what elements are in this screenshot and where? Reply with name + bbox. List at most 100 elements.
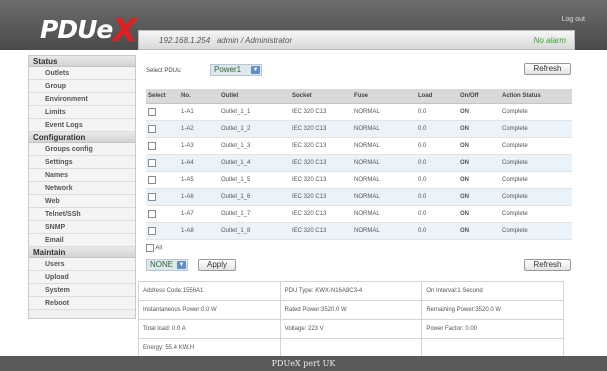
total-load: Total load: 0.0 A [138,319,281,339]
pduex-logo: PDUeX [30,6,137,49]
cell-socket: IEC 320 C13 [290,188,352,206]
sidebar-section-configuration[interactable]: Configuration [29,132,135,143]
power-factor: Power Factor: 0.00 [421,319,564,339]
instantaneous-power: Instantaneous Power:0.0 W [138,300,281,320]
row-checkbox[interactable] [148,226,156,235]
footer: PDUeX pert UK [0,356,607,371]
sidebar-item-names[interactable]: Names [29,169,135,182]
table-row: 1-A7 Outlet_1_7 IEC 320 C13 NORMAL 0.0 O… [146,205,572,223]
cell-outlet: Outlet_1_3 [219,137,290,155]
cell-load: 0.0 [416,171,458,189]
col-action-status: Action Status [500,89,572,104]
cell-load: 0.0 [416,103,458,121]
cell-socket: IEC 320 C13 [290,103,352,121]
table-row: 1-A3 Outlet_1_3 IEC 320 C13 NORMAL 0.0 O… [146,137,572,155]
cell-no: 1-A1 [179,103,219,121]
row-checkbox[interactable] [148,175,156,184]
cell-socket: IEC 320 C13 [290,154,352,172]
row-checkbox[interactable] [148,124,156,133]
cell-fuse: NORMAL [352,188,416,206]
cell-load: 0.0 [416,188,458,206]
sidebar-item-environment[interactable]: Environment [29,93,135,106]
device-info: 192.168.1.254 admin / Administrator [159,36,292,45]
pdu-select-value: Power1 [214,65,242,74]
sidebar-item-web[interactable]: Web [29,195,135,208]
pdu-select[interactable]: Power1 ▼ [210,64,262,76]
row-checkbox[interactable] [148,107,156,116]
pdu-info-table: Address Code:1556A1 PDU Type: KWX-N16A8C… [138,281,564,358]
energy: Energy: 55.4 KW.H [138,338,281,358]
sidebar-item-email[interactable]: Email [29,234,135,247]
cell-fuse: NORMAL [352,154,416,172]
address-code: Address Code:1556A1 [138,281,281,301]
sidebar-item-network[interactable]: Network [29,182,135,195]
col-fuse: Fuse [352,89,416,104]
sidebar: Status Outlets Group Environment Limits … [28,55,136,319]
cell-fuse: NORMAL [352,137,416,155]
table-header-row: Select No. Outlet Socket Fuse Load On/Of… [146,89,572,104]
row-checkbox[interactable] [148,158,156,167]
table-row: 1-A4 Outlet_1_4 IEC 320 C13 NORMAL 0.0 O… [146,154,572,172]
cell-state: ON [458,103,500,121]
address-bar: 192.168.1.254 admin / Administrator No a… [138,30,575,50]
col-onoff: On/Off [458,89,500,104]
logo-text: PDUe [40,15,113,44]
row-checkbox[interactable] [148,141,156,150]
sidebar-item-groups-config[interactable]: Groups config [29,143,135,156]
rated-power: Rated Power:3520.0 W [279,300,423,320]
cell-load: 0.0 [416,205,458,223]
sidebar-item-system[interactable]: System [29,284,135,297]
user-role: admin / Administrator [216,36,293,45]
sidebar-item-users[interactable]: Users [29,258,135,271]
cell-no: 1-A8 [179,222,219,240]
sidebar-item-reboot[interactable]: Reboot [29,297,135,310]
cell-state: ON [458,120,500,138]
cell-status: Complete [500,171,572,189]
sidebar-item-event-logs[interactable]: Event Logs [29,119,135,132]
refresh-button-top[interactable]: Refresh [524,63,571,75]
select-all-row: All [146,244,162,252]
select-all-checkbox[interactable] [146,244,154,252]
cell-load: 0.0 [416,222,458,240]
cell-status: Complete [500,137,572,155]
table-row: 1-A2 Outlet_1_2 IEC 320 C13 NORMAL 0.0 O… [146,120,572,138]
cell-state: ON [458,137,500,155]
cell-no: 1-A6 [179,188,219,206]
cell-outlet: Outlet_1_4 [219,154,290,172]
col-select: Select [146,89,179,104]
cell-outlet: Outlet_1_2 [219,120,290,138]
cell-fuse: NORMAL [352,120,416,138]
col-load: Load [416,89,458,104]
cell-status: Complete [500,222,572,240]
sidebar-section-maintain[interactable]: Maintain [29,247,135,258]
sidebar-section-status[interactable]: Status [29,56,135,67]
col-outlet: Outlet [219,89,290,104]
cell-fuse: NORMAL [352,222,416,240]
alarm-status: No alarm [533,36,566,45]
logout-link[interactable]: Log out [562,16,585,23]
row-checkbox[interactable] [148,192,156,201]
select-all-label: All [155,245,163,252]
row-checkbox[interactable] [148,209,156,218]
sidebar-item-telnet-ssh[interactable]: Telnet/SSh [29,208,135,221]
cell-state: ON [458,188,500,206]
cell-load: 0.0 [416,137,458,155]
on-interval: On Interval:1 Second [421,281,564,301]
action-select[interactable]: NONE ▼ [146,259,188,271]
action-select-value: NONE [150,260,174,269]
sidebar-item-settings[interactable]: Settings [29,156,135,169]
sidebar-item-limits[interactable]: Limits [29,106,135,119]
refresh-button-bottom[interactable]: Refresh [524,259,571,271]
sidebar-item-group[interactable]: Group [29,80,135,93]
sidebar-item-snmp[interactable]: SNMP [29,221,135,234]
cell-status: Complete [500,205,572,223]
sidebar-item-outlets[interactable]: Outlets [29,67,135,80]
cell-status: Complete [500,103,572,121]
apply-button[interactable]: Apply [198,259,236,271]
col-socket: Socket [290,89,352,104]
pdu-type: PDU Type: KWX-N16A8C3-4 [279,281,423,301]
sidebar-item-upload[interactable]: Upload [29,271,135,284]
cell-state: ON [458,222,500,240]
cell-state: ON [458,205,500,223]
cell-outlet: Outlet_1_7 [219,205,290,223]
